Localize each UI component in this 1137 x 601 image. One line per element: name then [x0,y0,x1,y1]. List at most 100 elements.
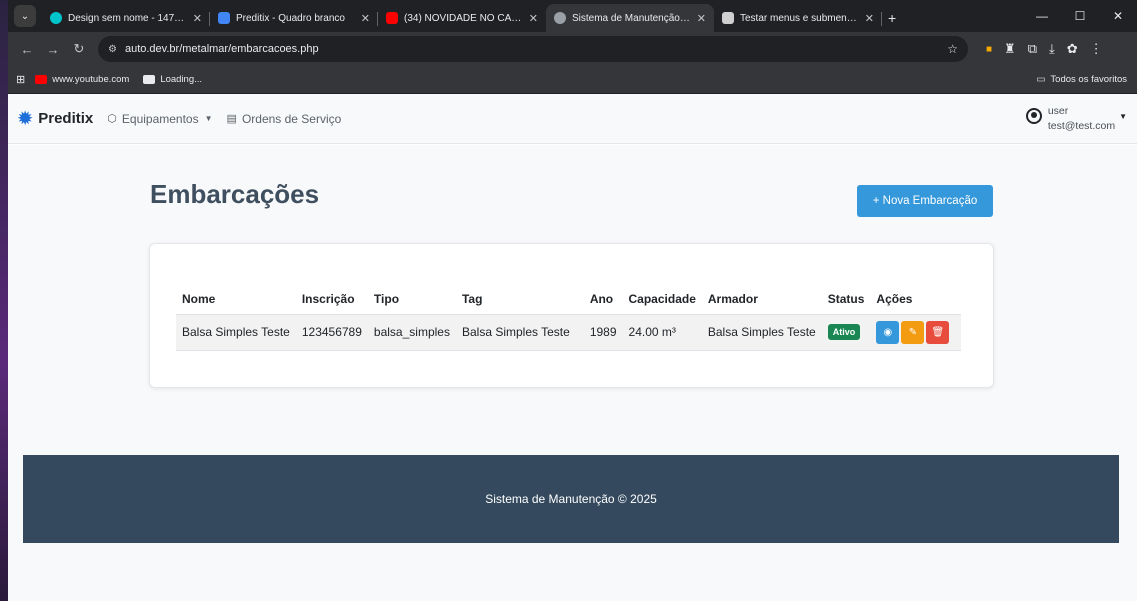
col-header-capacidade: Capacidade [622,284,702,315]
all-bookmarks-label: Todos os favoritos [1050,74,1127,85]
edit-button[interactable]: ✎ [901,320,925,344]
browser-toolbar: ← → ↻ ⚙ auto.dev.br/metalmar/embarcacoes… [8,32,1137,66]
brand-link[interactable]: ✹ Preditix [18,109,93,129]
new-tab-button[interactable]: + [888,10,896,26]
tab-title: Sistema de Manutenção - Dash [572,12,691,24]
delete-button[interactable]: 🗑 [926,320,950,344]
cell-tag: Balsa Simples Teste [455,314,584,351]
gear-icon: ✹ [18,108,33,128]
nav-equipamentos-dropdown[interactable]: ⬡ Equipamentos ▼ [107,112,212,126]
cell-armador: Balsa Simples Teste [701,314,822,351]
browser-tab[interactable]: Testar menus e submenus do si ✕ [714,4,882,32]
tab-title: (34) NOVIDADE NO CANVA | CI [404,12,523,24]
page-footer: Sistema de Manutenção © 2025 [23,455,1119,543]
cell-nome: Balsa Simples Teste [176,314,296,351]
embarcacoes-table: Nome Inscrição Tipo Tag Ano Capacidade A… [176,284,962,351]
user-avatar-icon [1025,108,1042,124]
download-icon[interactable]: ⤓ [1049,41,1055,57]
browser-tab-active[interactable]: Sistema de Manutenção - Dash ✕ [546,4,714,32]
address-bar[interactable]: ⚙ auto.dev.br/metalmar/embarcacoes.php ☆ [98,36,968,62]
user-menu[interactable]: user test@test.com ▼ [1025,104,1127,134]
browser-tab[interactable]: Preditix - Quadro branco ✕ [210,4,378,32]
page-favicon-icon [722,12,734,24]
all-bookmarks[interactable]: ▭ Todos os favoritos [1036,74,1127,85]
col-header-inscricao: Inscrição [295,284,368,315]
youtube-icon [35,75,48,84]
col-header-acoes: Ações [870,284,962,315]
canva-favicon-icon [50,12,62,24]
chevron-down-icon: ⌄ [20,10,30,22]
tab-title: Preditix - Quadro branco [236,12,345,24]
browser-tab[interactable]: Design sem nome - 1472 px × ( ✕ [42,4,210,32]
col-header-tag: Tag [455,284,584,315]
cell-capacidade: 24.00 m³ [622,314,702,351]
status-badge: Ativo [827,324,861,340]
tab-strip: ⌄ Design sem nome - 1472 px × ( ✕ Predit… [8,0,1137,32]
eye-icon: ◉ [883,326,893,338]
minimize-icon[interactable]: — [1023,9,1061,23]
globe-favicon-icon [554,12,566,24]
cell-acoes: ◉ ✎ 🗑 [870,314,962,351]
desktop-edge [0,0,8,601]
nav-label: Ordens de Serviço [241,111,342,126]
col-header-tipo: Tipo [367,284,456,315]
new-embarcacao-button[interactable]: + Nova Embarcação [857,185,993,217]
table-card: Nome Inscrição Tipo Tag Ano Capacidade A… [149,243,994,388]
close-window-icon[interactable]: ✕ [1099,9,1137,23]
extension-icon[interactable]: ■ [986,44,992,55]
reload-icon[interactable]: ↻ [66,41,92,57]
menu-dots-icon[interactable]: ⋮ [1090,41,1103,57]
table-header-row: Nome Inscrição Tipo Tag Ano Capacidade A… [176,284,962,315]
col-header-armador: Armador [701,284,822,315]
maximize-icon[interactable]: ☐ [1061,9,1099,23]
clipboard-icon: ▤ [226,113,237,125]
bookmark-label: www.youtube.com [52,74,130,85]
tab-title: Testar menus e submenus do si [740,12,859,24]
app-navbar: ✹ Preditix ⬡ Equipamentos ▼ ▤ Ordens de … [8,94,1137,144]
cell-ano: 1989 [583,314,623,351]
tab-search-button[interactable]: ⌄ [14,5,36,27]
col-header-nome: Nome [176,284,296,315]
brand-name: Preditix [38,110,94,127]
col-header-ano: Ano [583,284,623,315]
close-icon[interactable]: ✕ [361,12,370,25]
bookmark-loading[interactable]: Loading... [143,74,202,85]
apps-grid-icon[interactable]: ⊞ [16,73,25,86]
bookmark-star-icon[interactable]: ☆ [947,42,958,56]
bookmark-youtube[interactable]: www.youtube.com [35,74,129,85]
footer-text: Sistema de Manutenção © 2025 [485,492,657,506]
browser-tab[interactable]: (34) NOVIDADE NO CANVA | CI ✕ [378,4,546,32]
caret-down-icon: ▼ [204,114,213,123]
forward-icon[interactable]: → [40,42,66,57]
close-icon[interactable]: ✕ [697,12,706,25]
x-icon [143,75,156,84]
site-settings-icon[interactable]: ⚙ [108,44,117,55]
trash-icon: 🗑 [931,326,945,338]
extensions-puzzle-icon[interactable]: ⧉ [1028,41,1037,57]
extension-icon[interactable]: ♜ [1004,41,1016,57]
window-controls: — ☐ ✕ [1023,0,1137,32]
user-email: test@test.com [1047,120,1116,133]
back-icon[interactable]: ← [14,42,40,57]
main-content: Embarcações + Nova Embarcação Nome Inscr… [8,145,1137,601]
table-row: Balsa Simples Teste 123456789 balsa_simp… [176,314,962,351]
nav-ordens-servico[interactable]: ▤ Ordens de Serviço [227,112,342,126]
url-text[interactable]: auto.dev.br/metalmar/embarcacoes.php [125,43,947,55]
page-title: Embarcações [150,179,320,209]
user-name: user [1047,105,1069,117]
close-icon[interactable]: ✕ [529,12,538,25]
caret-down-icon: ▼ [1119,112,1127,121]
cell-inscricao: 123456789 [295,314,368,351]
close-icon[interactable]: ✕ [865,12,874,25]
nav-label: Equipamentos [121,111,199,126]
box-icon: ⬡ [107,113,117,125]
view-button[interactable]: ◉ [876,320,900,344]
pencil-icon: ✎ [908,326,918,338]
close-icon[interactable]: ✕ [193,12,202,25]
folder-icon: ▭ [1036,74,1046,85]
tab-title: Design sem nome - 1472 px × ( [68,12,187,24]
browser-window: ⌄ Design sem nome - 1472 px × ( ✕ Predit… [8,0,1137,601]
preditix-favicon-icon [218,12,230,24]
profile-avatar-icon[interactable]: ✿ [1067,41,1078,57]
bookmark-label: Loading... [160,74,203,85]
